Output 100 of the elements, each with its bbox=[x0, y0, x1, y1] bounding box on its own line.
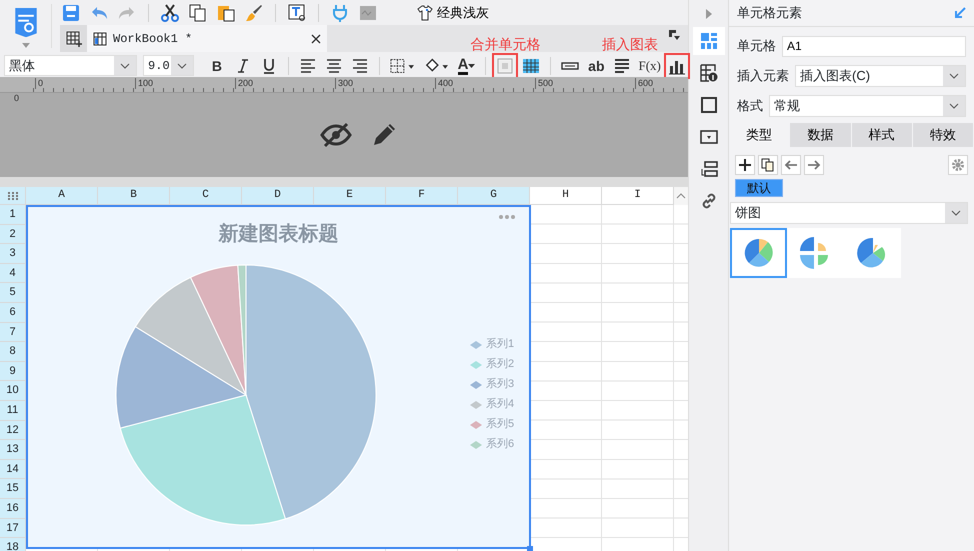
font-select[interactable]: 黑体 bbox=[4, 55, 138, 76]
row-header[interactable]: 10 bbox=[0, 381, 26, 401]
row-header[interactable]: 8 bbox=[0, 342, 26, 362]
row-header[interactable]: 7 bbox=[0, 322, 26, 342]
column-header[interactable]: H bbox=[530, 187, 602, 205]
field-label: 格式 bbox=[737, 97, 763, 116]
panel-tab[interactable]: 特效 bbox=[912, 123, 973, 147]
copy-icon[interactable] bbox=[189, 4, 207, 22]
text-button[interactable]: ab bbox=[588, 58, 604, 72]
chart-title: 新建图表标题 bbox=[218, 222, 338, 247]
brush-icon[interactable] bbox=[245, 4, 263, 22]
arrow-left-button[interactable] bbox=[781, 155, 801, 175]
chart-variant-option[interactable] bbox=[730, 228, 787, 278]
arrow-left-icon bbox=[784, 158, 798, 172]
resize-handle[interactable] bbox=[527, 546, 533, 551]
row-header[interactable]: 6 bbox=[0, 302, 26, 323]
row-header[interactable]: 5 bbox=[0, 283, 26, 303]
paste-icon[interactable] bbox=[217, 4, 235, 22]
scissors-icon[interactable] bbox=[161, 4, 179, 22]
chevron-icon bbox=[176, 62, 187, 68]
theme-button[interactable]: 经典浅灰 bbox=[415, 2, 491, 24]
cell-input[interactable]: A1 bbox=[782, 36, 966, 56]
cell-element-icon[interactable] bbox=[700, 32, 718, 50]
sheet-icon bbox=[93, 32, 107, 46]
scroll-up-icon[interactable] bbox=[676, 193, 686, 199]
copy-button[interactable] bbox=[758, 155, 778, 175]
align-left-icon[interactable] bbox=[298, 56, 317, 74]
chevron-icon bbox=[951, 210, 961, 216]
column-header[interactable]: B bbox=[98, 187, 170, 205]
ruler-label: 500 bbox=[535, 78, 554, 89]
paragraph-icon[interactable] bbox=[613, 56, 632, 74]
square-frame-icon[interactable] bbox=[700, 96, 718, 114]
chart-type-select[interactable]: 饼图 bbox=[730, 202, 968, 224]
row-header[interactable]: 9 bbox=[0, 362, 26, 382]
hidden-eye-icon[interactable] bbox=[320, 122, 352, 148]
column-header[interactable]: E bbox=[314, 187, 386, 205]
row-header[interactable]: 18 bbox=[0, 538, 26, 551]
cell-info-icon[interactable] bbox=[700, 64, 718, 82]
close-icon[interactable] bbox=[311, 34, 321, 44]
bold-button[interactable]: B bbox=[212, 58, 222, 72]
row-header[interactable]: 12 bbox=[0, 420, 26, 440]
document-tab[interactable]: WorkBook1 * bbox=[87, 25, 327, 52]
field-label: 单元格 bbox=[737, 37, 776, 56]
chevron-icon bbox=[949, 103, 959, 109]
caret-icon[interactable] bbox=[468, 64, 476, 68]
dropdown-widget-icon[interactable] bbox=[700, 128, 718, 146]
new-sheet-button[interactable] bbox=[60, 25, 87, 52]
panel-title: 单元格元素 bbox=[737, 4, 802, 22]
shirt-icon bbox=[417, 4, 433, 20]
row-header[interactable]: 4 bbox=[0, 264, 26, 284]
arrow-right-button[interactable] bbox=[804, 155, 824, 175]
row-header[interactable]: 17 bbox=[0, 518, 26, 538]
table-icon[interactable] bbox=[522, 56, 540, 74]
row-header[interactable]: 16 bbox=[0, 498, 26, 518]
copy-icon bbox=[761, 158, 775, 172]
text-preview-icon[interactable] bbox=[288, 4, 306, 22]
series-tag[interactable]: 默认 bbox=[735, 179, 783, 197]
monitor-icon[interactable] bbox=[359, 4, 377, 22]
align-center-icon[interactable] bbox=[324, 56, 343, 74]
column-header[interactable]: C bbox=[170, 187, 242, 205]
list-bars-icon[interactable] bbox=[700, 160, 718, 178]
settings-button[interactable] bbox=[948, 155, 968, 175]
dock-icon[interactable] bbox=[668, 29, 680, 41]
ruler-label: 200 bbox=[235, 78, 254, 89]
row-header[interactable]: 15 bbox=[0, 479, 26, 499]
column-header[interactable]: D bbox=[242, 187, 314, 205]
row-header[interactable]: 1 bbox=[0, 205, 26, 225]
annotation-label: 插入图表 bbox=[602, 36, 658, 52]
link-icon[interactable] bbox=[700, 192, 718, 210]
chart-variant-option[interactable] bbox=[787, 228, 844, 278]
column-header[interactable]: F bbox=[386, 187, 458, 205]
fill-bucket-icon[interactable] bbox=[424, 56, 450, 74]
formula-button[interactable]: F(x) bbox=[638, 59, 661, 72]
row-header[interactable]: 3 bbox=[0, 244, 26, 264]
column-header[interactable]: A bbox=[26, 187, 98, 205]
align-right-icon[interactable] bbox=[350, 56, 369, 74]
row-header[interactable]: 11 bbox=[0, 400, 26, 421]
ruler-label: 100 bbox=[135, 78, 154, 89]
row-header[interactable]: 2 bbox=[0, 224, 26, 244]
panel-tab[interactable]: 数据 bbox=[790, 123, 850, 147]
select-all-icon[interactable] bbox=[8, 192, 18, 200]
element-select[interactable]: 插入图表(C) bbox=[795, 65, 966, 87]
ruler-label: 300 bbox=[335, 78, 354, 89]
border-icon[interactable] bbox=[390, 56, 416, 74]
save-icon[interactable] bbox=[62, 4, 80, 22]
ruler-label: 400 bbox=[435, 78, 454, 89]
arrow-right-icon bbox=[807, 158, 821, 172]
report-icon[interactable] bbox=[12, 8, 38, 38]
add-button[interactable] bbox=[735, 155, 755, 175]
tab-label: WorkBook1 * bbox=[113, 32, 194, 46]
column-header[interactable]: G bbox=[458, 187, 530, 205]
spreadsheet-grid[interactable]: A B C D E F G H I 1 2 3 4 5 6 7 8 9 10 11 12 13 14 15 16 17 18 新建图表标题 系列1 系列2 系列3 系列4 系列5 系列6 bbox=[0, 187, 688, 551]
element-select[interactable]: 常规 bbox=[769, 95, 966, 117]
chart-variant-option[interactable] bbox=[844, 228, 901, 278]
row-header[interactable]: 14 bbox=[0, 460, 26, 480]
panel-tab[interactable]: 样式 bbox=[852, 123, 912, 147]
collapse-arrow-icon[interactable] bbox=[954, 7, 966, 19]
row-header[interactable]: 13 bbox=[0, 440, 26, 460]
size-select[interactable]: 9.0 bbox=[143, 55, 194, 76]
chevron-icon bbox=[949, 73, 959, 79]
